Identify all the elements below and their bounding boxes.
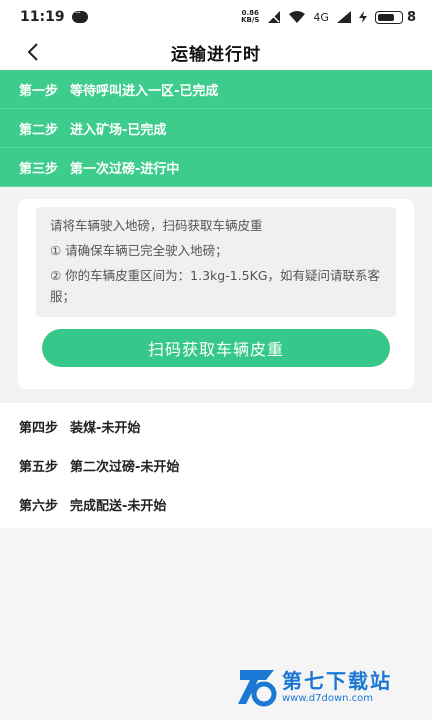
notice-tip-1: ① 请确保车辆已完全驶入地磅； [50,243,228,258]
watermark: 第七下载站 www.d7down.com [236,666,392,708]
net-speed-unit: KB/S [241,16,260,24]
step-status: 进入矿场-已完成 [70,122,167,138]
wifi-icon [289,11,306,23]
signal-icon [336,11,351,23]
step-number: 第一步 [19,83,59,99]
status-time: 11:19 [20,9,65,25]
status-icons: 0.86 KB/S 4G 8 [241,10,416,25]
no-sim-icon [268,11,281,23]
step-1: 第一步 等待呼叫进入一区-已完成 [0,70,432,109]
step-6: 第六步 完成配送-未开始 [0,485,432,524]
step-status: 装煤-未开始 [70,421,141,436]
step-4: 第四步 装煤-未开始 [0,407,432,446]
step-number: 第六步 [19,499,59,514]
step-2: 第二步 进入矿场-已完成 [0,109,432,148]
notice-tip-2: ② 你的车辆皮重区间为：1.3kg-1.5KG，如有疑问请联系客服； [50,268,381,304]
step-3: 第三步 第一次过磅-进行中 [0,148,432,187]
step-5: 第五步 第二次过磅-未开始 [0,446,432,485]
watermark-url: www.d7down.com [282,693,374,704]
watermark-text: 第七下载站 www.d7down.com [282,669,392,705]
step-status: 第一次过磅-进行中 [70,161,180,177]
back-button[interactable] [20,39,46,65]
message-icon [71,6,88,23]
pending-steps: 第四步 装煤-未开始 第五步 第二次过磅-未开始 第六步 完成配送-未开始 [0,403,432,528]
signal-label: 4G [313,10,329,24]
step-number: 第三步 [19,161,59,177]
completed-steps: 第一步 等待呼叫进入一区-已完成 第二步 进入矿场-已完成 第三步 第一次过磅-… [0,70,432,187]
charging-icon [358,11,367,23]
page-title: 运输进行时 [171,44,261,65]
weighing-card: 请将车辆驶入地磅，扫码获取车辆皮重 ① 请确保车辆已完全驶入地磅； ② 你的车辆… [18,199,414,389]
step-number: 第二步 [19,122,59,138]
weighing-card-area: 请将车辆驶入地磅，扫码获取车辆皮重 ① 请确保车辆已完全驶入地磅； ② 你的车辆… [0,187,432,403]
status-bar: 11:19 0.86 KB/S 4G 8 [0,0,432,34]
step-status: 等待呼叫进入一区-已完成 [70,83,219,99]
watermark-logo-icon [238,670,277,707]
nav-bar: 运输进行时 [0,34,432,70]
scan-tare-weight-button[interactable]: 扫码获取车辆皮重 [42,329,390,367]
watermark-brand: 第七下载站 [282,669,392,693]
chevron-left-icon [27,43,38,61]
battery-icon [374,10,403,24]
step-number: 第四步 [19,421,59,436]
notice-intro: 请将车辆驶入地磅，扫码获取车辆皮重 [50,218,263,233]
battery-level: 8 [406,9,416,25]
step-status: 第二次过磅-未开始 [70,460,180,475]
net-speed: 0.86 KB/S [241,10,259,24]
step-status: 完成配送-未开始 [70,499,167,514]
step-number: 第五步 [19,460,59,475]
weighing-notice: 请将车辆驶入地磅，扫码获取车辆皮重 ① 请确保车辆已完全驶入地磅； ② 你的车辆… [36,207,396,317]
